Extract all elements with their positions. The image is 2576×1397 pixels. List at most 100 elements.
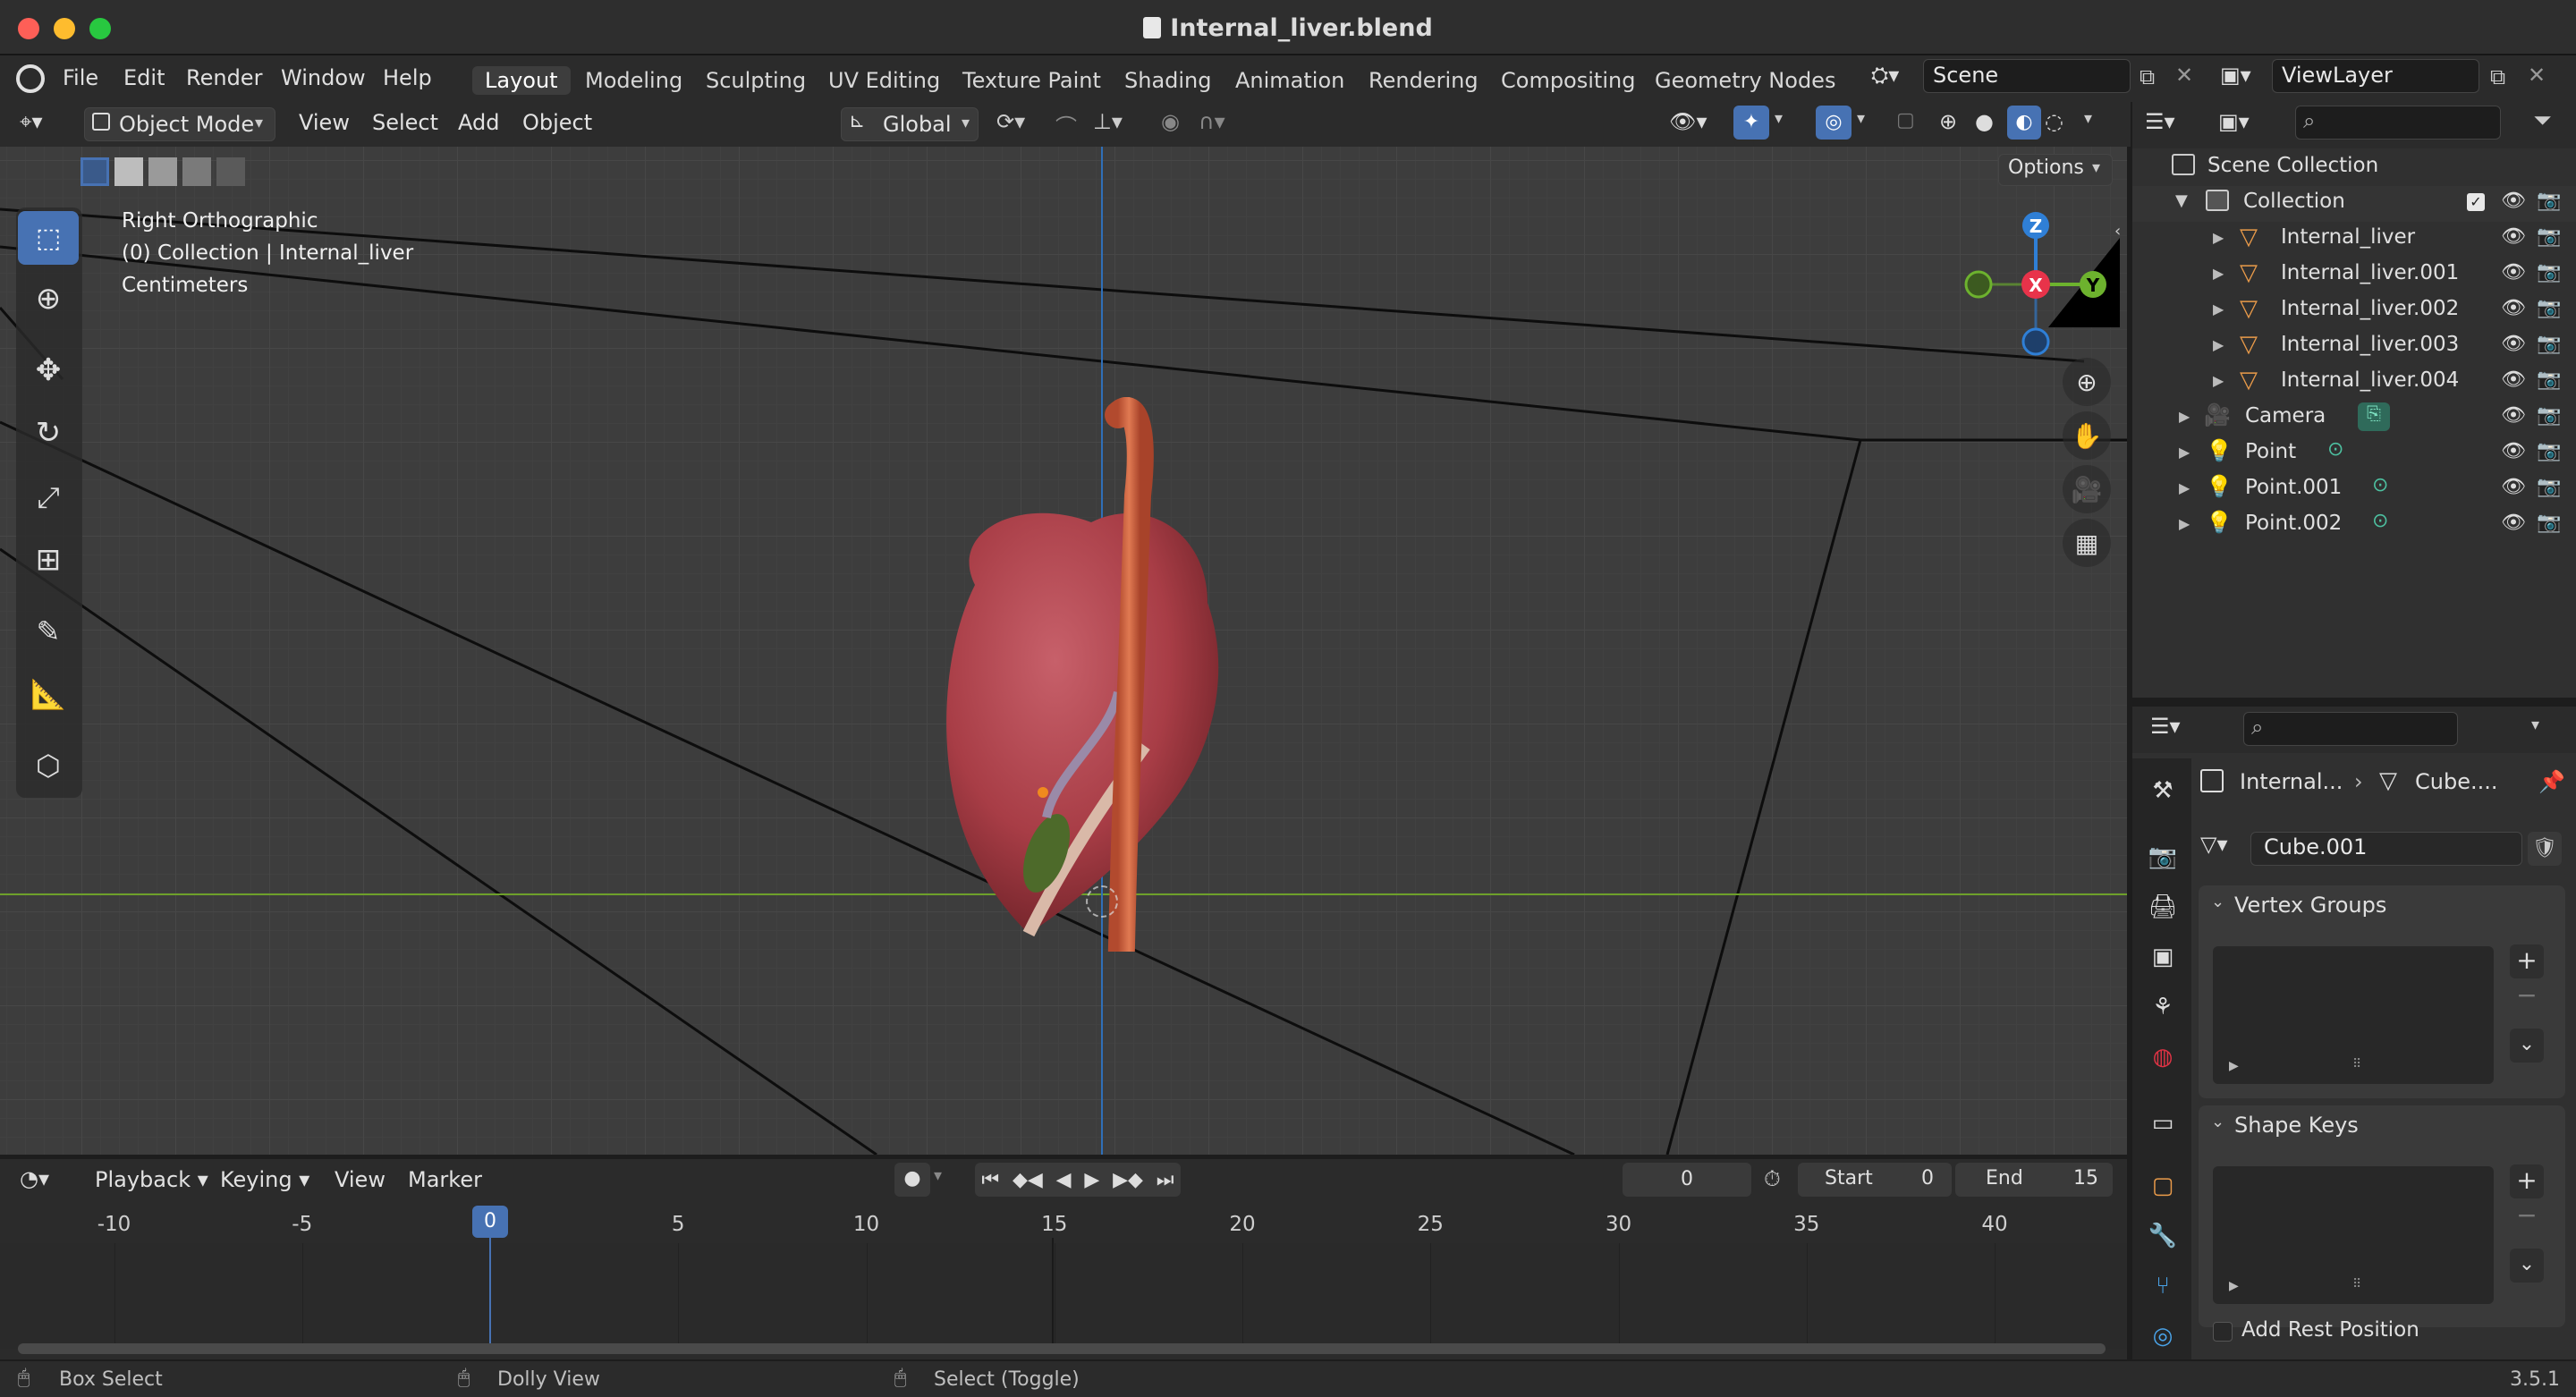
ortho-toggle-grid-icon[interactable]: ▦: [2063, 519, 2111, 567]
view-layer-tab-icon[interactable]: ▣: [2145, 939, 2181, 975]
tab-geometry-nodes[interactable]: Geometry Nodes: [1655, 66, 1835, 95]
select-box-tool-icon[interactable]: ⬚: [18, 211, 79, 265]
jump-to-start-icon[interactable]: ⏮: [981, 1169, 999, 1191]
timeline-track-area[interactable]: [0, 1243, 2127, 1349]
visibility-eye-icon[interactable]: 👁: [2501, 225, 2526, 248]
output-tab-icon[interactable]: 🖨: [2145, 889, 2181, 925]
viewport-menu-object[interactable]: Object: [522, 107, 592, 138]
expand-arrow-icon[interactable]: ▶: [2213, 301, 2224, 318]
vertex-group-specials-button[interactable]: ⌄: [2510, 1029, 2544, 1063]
outliner-row-light[interactable]: ▶ 💡 Point ⊙ 👁 📷: [2132, 436, 2576, 472]
sidebar-toggle-icon[interactable]: ‹: [2114, 222, 2121, 241]
select-intersect-icon[interactable]: [216, 157, 245, 186]
render-camera-icon[interactable]: 📷: [2537, 297, 2561, 319]
menu-help[interactable]: Help: [383, 64, 432, 91]
menu-edit[interactable]: Edit: [123, 64, 165, 91]
expand-arrow-icon[interactable]: ▶: [2213, 229, 2224, 246]
viewlayer-name-field[interactable]: ViewLayer: [2272, 59, 2479, 93]
menu-window[interactable]: Window: [281, 64, 366, 91]
outliner-row-scene-collection[interactable]: Scene Collection: [2132, 150, 2576, 186]
current-frame-field[interactable]: 0: [1623, 1163, 1751, 1197]
preview-range-stopwatch-icon[interactable]: ⏱: [1764, 1166, 1781, 1191]
render-camera-icon[interactable]: 📷: [2537, 512, 2561, 534]
timeline-menu-playback[interactable]: Playback ▾: [95, 1164, 208, 1195]
outliner-row-light[interactable]: ▶ 💡 Point.002 ⊙ 👁 📷: [2132, 508, 2576, 544]
pin-icon[interactable]: 📌: [2538, 769, 2565, 794]
mesh-browse-icon[interactable]: ▽▾: [2200, 832, 2233, 866]
shape-keys-header[interactable]: Shape Keys: [2234, 1113, 2359, 1138]
render-tab-icon[interactable]: 📷: [2145, 839, 2181, 875]
outliner-row-mesh[interactable]: ▶ ▽ Internal_liver 👁 📷: [2132, 222, 2576, 258]
modifier-tab-icon[interactable]: 🔧: [2145, 1218, 2181, 1254]
outliner-row-collection[interactable]: ▼ Collection ✓ 👁 📷: [2132, 186, 2576, 222]
shape-key-specials-button[interactable]: ⌄: [2510, 1249, 2544, 1283]
collapse-chevron-icon[interactable]: ⌄: [2211, 893, 2224, 911]
3d-viewport[interactable]: [0, 147, 2127, 1155]
visibility-eye-icon[interactable]: 👁: [2501, 476, 2526, 498]
render-camera-icon[interactable]: 📷: [2537, 476, 2561, 498]
rendered-shading-icon[interactable]: ◌: [2045, 109, 2063, 134]
add-cube-tool-icon[interactable]: ⬡: [18, 739, 79, 792]
tab-uv-editing[interactable]: UV Editing: [828, 66, 940, 95]
expand-arrow-icon[interactable]: ▶: [2179, 479, 2190, 496]
pivot-point-icon[interactable]: ⟳▾: [996, 109, 1025, 134]
expand-arrow-icon[interactable]: ▶: [2213, 372, 2224, 389]
vertex-groups-header[interactable]: Vertex Groups: [2234, 893, 2386, 918]
render-camera-icon[interactable]: 📷: [2537, 440, 2561, 462]
expand-arrow-icon[interactable]: ▶: [2229, 1059, 2239, 1073]
measure-tool-icon[interactable]: 📐: [18, 667, 79, 721]
shape-keys-list[interactable]: ▶ ⠿: [2213, 1166, 2494, 1304]
scale-tool-icon[interactable]: ⤢: [18, 470, 79, 524]
visibility-eye-icon[interactable]: 👁: [2501, 297, 2526, 319]
expand-arrow-icon[interactable]: ▶: [2179, 408, 2190, 425]
select-new-icon[interactable]: [80, 157, 109, 186]
chevron-down-icon[interactable]: ▾: [934, 1166, 942, 1185]
timeline-editor-type-icon[interactable]: ◔▾: [20, 1166, 49, 1191]
zoom-icon[interactable]: ⊕: [2063, 358, 2111, 406]
chevron-down-icon[interactable]: ▾: [1775, 109, 1783, 128]
auto-keying-record-icon[interactable]: ●: [894, 1163, 930, 1197]
options-dropdown[interactable]: Options ▾: [1998, 154, 2113, 186]
visibility-eye-icon[interactable]: 👁: [2501, 368, 2526, 391]
light-data-icon[interactable]: ⊙: [2327, 438, 2343, 461]
light-data-icon[interactable]: ⊙: [2372, 510, 2388, 532]
tab-layout[interactable]: Layout: [472, 66, 571, 95]
add-shape-key-button[interactable]: +: [2510, 1164, 2544, 1198]
tab-sculpting[interactable]: Sculpting: [706, 66, 806, 95]
render-camera-icon[interactable]: 📷: [2537, 225, 2561, 248]
chevron-down-icon[interactable]: ▾: [1857, 109, 1865, 128]
start-frame-field[interactable]: Start 0: [1798, 1163, 1952, 1197]
visibility-eye-icon[interactable]: 👁: [2501, 333, 2526, 355]
overlay-toggle-icon[interactable]: ◎: [1816, 106, 1852, 140]
annotate-tool-icon[interactable]: ✎: [18, 605, 79, 658]
particles-tab-icon[interactable]: ⑂: [2145, 1268, 2181, 1304]
jump-to-keyframe-forward-icon[interactable]: ▶◆: [1113, 1169, 1143, 1191]
resize-handle-icon[interactable]: ⠿: [2352, 1057, 2361, 1071]
remove-shape-key-button[interactable]: −: [2510, 1200, 2544, 1231]
timeline-scrollbar[interactable]: [18, 1343, 2106, 1354]
fake-user-shield-icon[interactable]: 🛡: [2528, 832, 2562, 866]
outliner-row-mesh[interactable]: ▶ ▽ Internal_liver.003 👁 📷: [2132, 329, 2576, 365]
falloff-icon[interactable]: ∩▾: [1199, 109, 1225, 134]
play-icon[interactable]: ▶: [1084, 1169, 1099, 1191]
expand-arrow-icon[interactable]: ▶: [2213, 265, 2224, 282]
snap-target-icon[interactable]: ⊥▾: [1093, 109, 1123, 134]
collapse-chevron-icon[interactable]: ⌄: [2211, 1113, 2224, 1131]
outliner-row-mesh[interactable]: ▶ ▽ Internal_liver.004 👁 📷: [2132, 365, 2576, 401]
outliner-row-light[interactable]: ▶ 💡 Point.001 ⊙ 👁 📷: [2132, 472, 2576, 508]
expand-arrow-icon[interactable]: ▶: [2179, 515, 2190, 532]
visibility-filter-icon[interactable]: 👁▾: [1669, 109, 1707, 134]
editor-type-icon[interactable]: ⌖▾: [20, 109, 43, 134]
play-reverse-icon[interactable]: ◀: [1056, 1169, 1072, 1191]
outliner-row-mesh[interactable]: ▶ ▽ Internal_liver.001 👁 📷: [2132, 258, 2576, 293]
properties-search-input[interactable]: ⌕: [2243, 712, 2458, 746]
filter-icon[interactable]: ⏷: [2533, 107, 2552, 135]
exclude-checkbox[interactable]: ✓: [2467, 193, 2485, 211]
timeline-menu-keying[interactable]: Keying ▾: [220, 1164, 309, 1195]
physics-tab-icon[interactable]: ◎: [2145, 1318, 2181, 1354]
menu-render[interactable]: Render: [186, 64, 262, 91]
gizmo-toggle-icon[interactable]: ✦: [1733, 106, 1769, 140]
move-tool-icon[interactable]: ✥: [18, 343, 79, 397]
transform-tool-icon[interactable]: ⊞: [18, 533, 79, 587]
collection-tab-icon[interactable]: ▭: [2145, 1105, 2181, 1141]
